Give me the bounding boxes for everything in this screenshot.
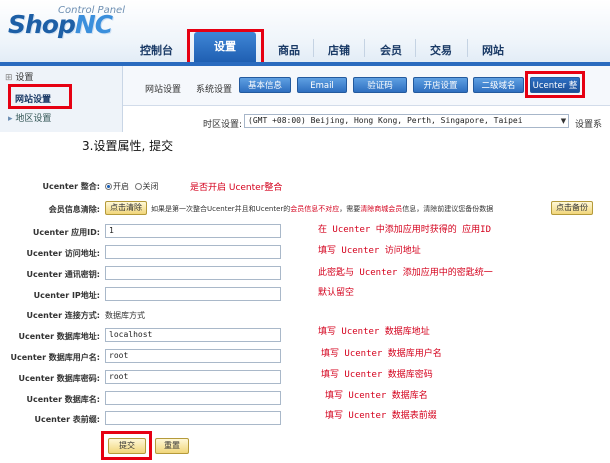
- tab-email[interactable]: Email: [297, 77, 347, 93]
- app-id-input[interactable]: 1: [105, 224, 281, 238]
- ucenter-integrate-radios: 开启 关闭: [105, 181, 159, 192]
- note-app-id: 在 Ucenter 中添加应用时获得的 应用ID: [318, 225, 492, 235]
- access-url-label: Ucenter 访问地址:: [26, 249, 100, 258]
- radio-off[interactable]: [134, 183, 142, 190]
- note-db-host: 填写 Ucenter 数据库地址: [318, 327, 430, 337]
- chevron-down-icon[interactable]: ▼: [558, 114, 569, 128]
- timezone-help: 设置系: [575, 120, 603, 130]
- sidebar-heading: ⊞ 设置: [5, 73, 34, 83]
- step-caption: 3.设置属性, 提交: [82, 139, 174, 153]
- nav-member[interactable]: 会员: [380, 42, 402, 58]
- app-id-label: Ucenter 应用ID:: [32, 228, 100, 237]
- secret-key-label: Ucenter 通讯密钥:: [26, 270, 100, 279]
- sidebar-item-region-settings[interactable]: ▸ 地区设置: [8, 111, 51, 124]
- ucenter-integrate-label: Ucenter 整合:: [42, 182, 100, 191]
- connect-method-value: 数据库方式: [105, 311, 145, 320]
- access-url-input[interactable]: [105, 245, 281, 259]
- db-host-input[interactable]: localhost: [105, 328, 281, 342]
- db-name-label: Ucenter 数据库名:: [26, 395, 100, 404]
- db-password-label: Ucenter 数据库密码:: [18, 374, 100, 383]
- nav-divider: [313, 39, 314, 57]
- tab-store-settings[interactable]: 开店设置: [413, 77, 468, 93]
- highlight-box-submit: [101, 431, 152, 460]
- note-ucenter-integrate: 是否开启 Ucenter整合: [190, 183, 283, 193]
- note-db-name: 填写 Ucenter 数据库名: [325, 391, 428, 401]
- note-access-url: 填写 Ucenter 访问地址: [318, 246, 421, 256]
- table-prefix-label: Ucenter 表前缀:: [34, 415, 100, 424]
- radio-on[interactable]: [105, 183, 112, 190]
- reset-button[interactable]: 重置: [155, 438, 189, 454]
- subnav-label-system: 系统设置: [196, 85, 233, 95]
- note-secret-key: 此密匙与 Ucenter 添加应用中的密匙统一: [318, 268, 493, 278]
- nav-divider: [467, 39, 468, 57]
- db-user-label: Ucenter 数据库用户名:: [10, 353, 100, 362]
- subnav-label-site: 网站设置: [145, 85, 182, 95]
- db-host-label: Ucenter 数据库地址:: [18, 332, 100, 341]
- secret-key-input[interactable]: [105, 266, 281, 280]
- timezone-select[interactable]: (GMT +08:00) Beijing, Hong Kong, Perth, …: [244, 114, 569, 128]
- table-prefix-input[interactable]: [105, 411, 281, 425]
- highlight-box-tab: [525, 71, 585, 98]
- db-name-input[interactable]: [105, 391, 281, 405]
- db-user-input[interactable]: root: [105, 349, 281, 363]
- highlight-box-sidebar: [8, 84, 72, 109]
- db-password-input[interactable]: root: [105, 370, 281, 384]
- connect-method-label: Ucenter 连接方式:: [26, 311, 100, 320]
- note-ip-address: 默认留空: [318, 288, 355, 298]
- tab-captcha[interactable]: 验证码: [353, 77, 407, 93]
- ip-address-label: Ucenter IP地址:: [33, 291, 100, 300]
- nav-divider: [364, 39, 365, 57]
- timezone-label: 时区设置:: [203, 120, 243, 130]
- clear-member-button[interactable]: 点击清除: [105, 201, 147, 215]
- note-db-user: 填写 Ucenter 数据库用户名: [321, 349, 442, 359]
- note-db-password: 填写 Ucenter 数据库密码: [321, 370, 433, 380]
- logo[interactable]: ShopNC: [8, 10, 113, 39]
- tab-subdomain[interactable]: 二级域名: [473, 77, 524, 93]
- grid-icon: ⊞: [5, 73, 16, 83]
- nav-dashboard[interactable]: 控制台: [140, 42, 173, 58]
- clear-member-description: 如果是第一次整合Ucenter并且和Ucenter的会员信息不对应，需要清除商城…: [151, 205, 494, 213]
- nav-trade[interactable]: 交易: [430, 42, 452, 58]
- tab-basic-info[interactable]: 基本信息: [239, 77, 291, 93]
- nav-goods[interactable]: 商品: [278, 42, 300, 58]
- nav-website[interactable]: 网站: [482, 42, 504, 58]
- nav-store[interactable]: 店铺: [328, 42, 350, 58]
- note-table-prefix: 填写 Ucenter 数据表前缀: [325, 411, 437, 421]
- nav-divider: [415, 39, 416, 57]
- clear-member-label: 会员信息清除:: [48, 205, 100, 214]
- ip-address-input[interactable]: [105, 287, 281, 301]
- backup-button[interactable]: 点击备份: [551, 201, 593, 215]
